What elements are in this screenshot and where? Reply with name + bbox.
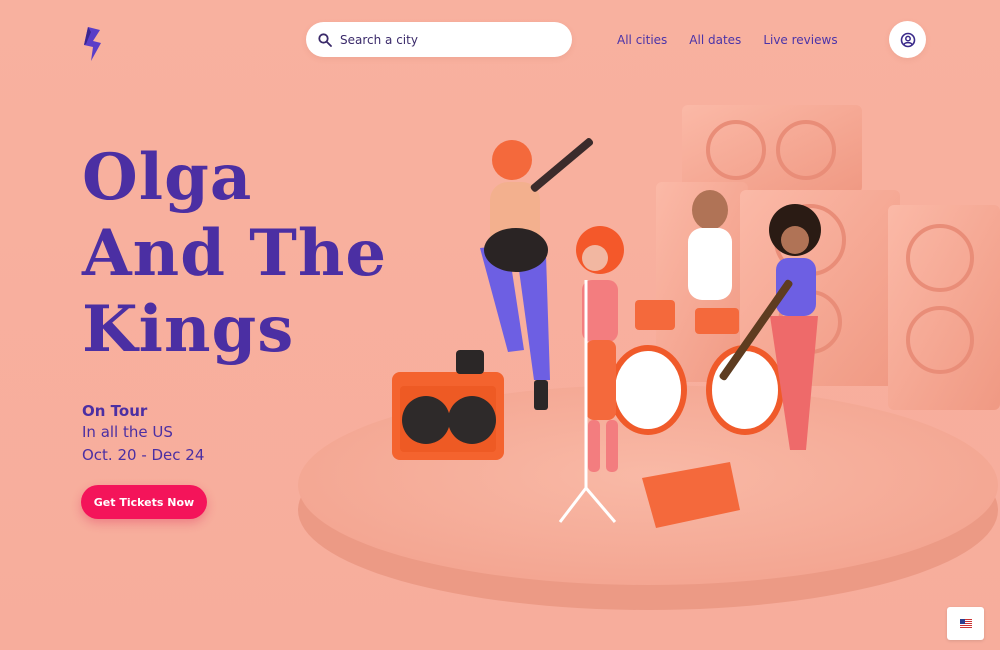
language-selector[interactable] xyxy=(947,607,984,640)
search-input[interactable] xyxy=(340,32,540,47)
guitarist xyxy=(456,138,594,410)
main-nav: All cities All dates Live reviews xyxy=(617,33,838,47)
us-flag-icon xyxy=(959,619,972,628)
band-illustration xyxy=(298,105,1000,610)
nav-live-reviews[interactable]: Live reviews xyxy=(763,33,837,47)
drummer xyxy=(688,190,732,300)
tour-heading: On Tour xyxy=(82,402,148,420)
tour-info: On Tour In all the US Oct. 20 - Dec 24 xyxy=(82,402,204,467)
page: All cities All dates Live reviews Olga A… xyxy=(0,0,1000,650)
tour-location: In all the US xyxy=(82,423,173,441)
user-icon xyxy=(900,32,915,47)
guitar-amp xyxy=(392,372,504,460)
search-bar[interactable] xyxy=(306,22,572,57)
search-icon xyxy=(318,32,332,47)
account-button[interactable] xyxy=(889,21,926,58)
tour-dates: Oct. 20 - Dec 24 xyxy=(82,446,205,464)
nav-all-dates[interactable]: All dates xyxy=(689,33,741,47)
nav-all-cities[interactable]: All cities xyxy=(617,33,667,47)
logo-icon[interactable] xyxy=(82,27,102,61)
get-tickets-button[interactable]: Get Tickets Now xyxy=(81,485,207,519)
